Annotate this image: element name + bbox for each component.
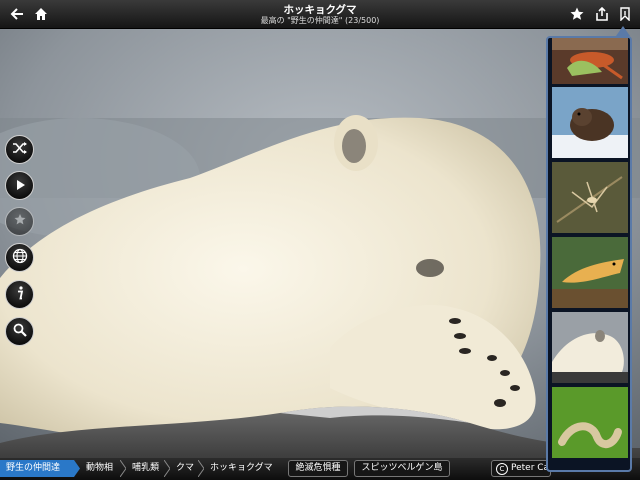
- share-icon[interactable]: [591, 3, 613, 25]
- star-icon[interactable]: [566, 3, 588, 25]
- thumbnail-caterpillar[interactable]: [552, 387, 628, 458]
- breadcrumb-item-fauna[interactable]: 動物相: [80, 460, 124, 477]
- copyright-icon: C: [496, 463, 508, 475]
- thumbnail-frog[interactable]: [552, 38, 628, 84]
- bookmark-icon[interactable]: [614, 3, 636, 25]
- tag-endangered[interactable]: 絶滅危惧種: [288, 460, 348, 477]
- page-subtitle: 最高の "野生の仲間達" (23/500): [260, 16, 380, 25]
- thumbnail-beaver-in-snow[interactable]: [552, 87, 628, 158]
- breadcrumb-item-wildlife[interactable]: 野生の仲間達: [0, 460, 74, 477]
- globe-button[interactable]: [5, 243, 34, 272]
- play-icon: [14, 176, 26, 195]
- shuffle-icon: [12, 140, 28, 159]
- tag-spitsbergen[interactable]: スピッツベルゲン島: [354, 460, 450, 477]
- panel-pointer: [616, 26, 630, 36]
- breadcrumb-item-bears[interactable]: クマ: [170, 460, 200, 477]
- globe-icon: [12, 248, 28, 268]
- info-button[interactable]: [5, 280, 34, 309]
- info-icon: [15, 285, 25, 304]
- play-button[interactable]: [5, 171, 34, 200]
- photo-credit[interactable]: C Peter Cairns: [491, 460, 551, 477]
- search-button[interactable]: [5, 317, 34, 346]
- thumbnail-yellow-fish[interactable]: [552, 237, 628, 308]
- top-bar: ホッキョクグマ 最高の "野生の仲間達" (23/500): [0, 0, 640, 29]
- search-icon: [13, 322, 27, 341]
- magic-star-button[interactable]: [5, 207, 34, 236]
- thumbnail-polar-bear[interactable]: [552, 312, 628, 383]
- thumbnail-insect-on-branch[interactable]: [552, 162, 628, 233]
- shuffle-button[interactable]: [5, 135, 34, 164]
- breadcrumb-item-polar-bear[interactable]: ホッキョクグマ: [204, 460, 284, 477]
- magic-star-icon: [13, 212, 27, 231]
- main-photo[interactable]: [0, 28, 640, 480]
- thumbnail-panel: [546, 36, 632, 472]
- photo-credit-name: Peter Cairns: [511, 463, 551, 473]
- breadcrumb: 野生の仲間達 動物相 哺乳類 クマ ホッキョクグマ 絶滅危惧種 スピッツベルゲン…: [0, 458, 640, 480]
